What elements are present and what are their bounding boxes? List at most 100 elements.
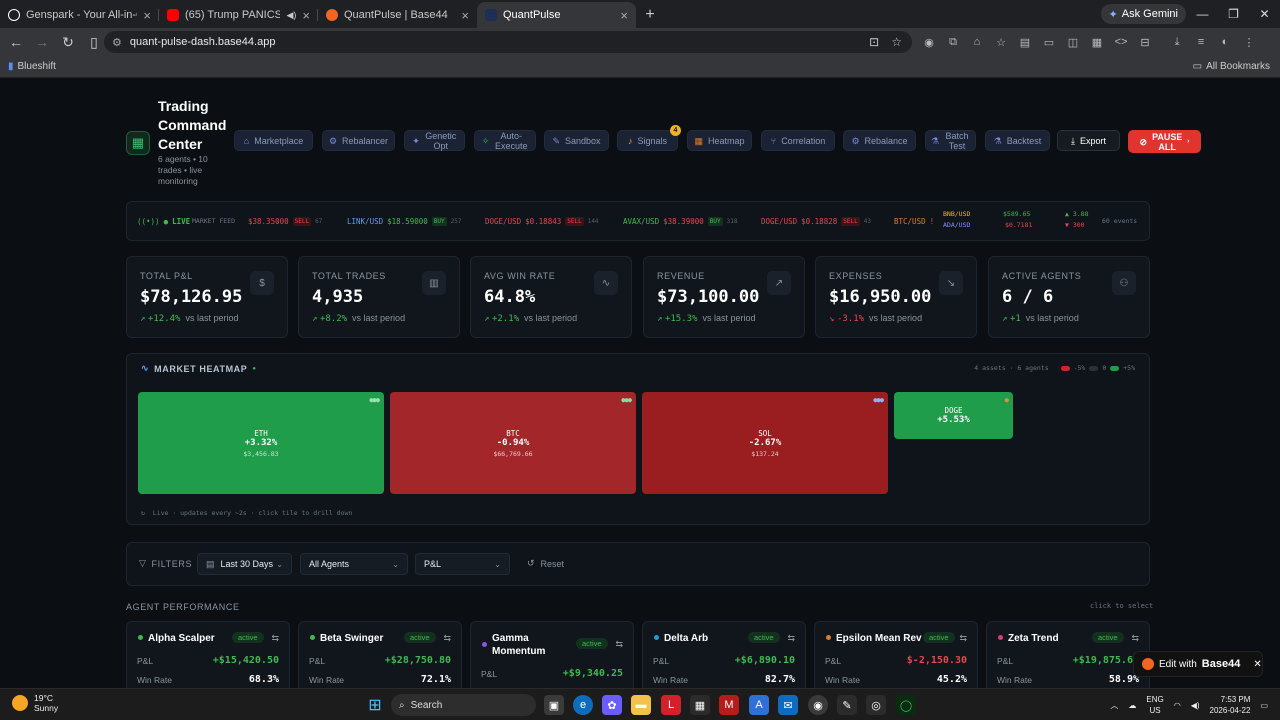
signals-button[interactable]: ♪ Signals 4 [617,125,681,151]
screenshot-icon[interactable]: ⊟ [1136,33,1154,51]
close-tab-icon[interactable]: × [461,8,469,23]
marketplace-button[interactable]: ⌂ Marketplace [234,130,313,151]
new-tab-button[interactable]: + [636,2,664,28]
taskbar-search[interactable]: ⌕ Search [391,694,536,716]
kpi-card-total-trades[interactable]: TOTAL TRADES 4,935 ▥ ↗ +8.2% vs last per… [298,256,460,338]
wifi-icon[interactable]: ◠ [1174,701,1181,710]
swap-icon[interactable]: ⇆ [787,633,795,644]
file-explorer-icon[interactable]: ▬ [631,695,651,715]
agent-card[interactable]: Zeta Trend active ⇆ P&L +$19,875.60 Win … [986,621,1150,688]
extension-icon[interactable]: ◉ [920,33,938,51]
chrome-icon[interactable]: ◉ [808,695,828,715]
ticker-item[interactable]: BTC/USD! [894,202,934,240]
kpi-card-expenses[interactable]: EXPENSES $16,950.00 ↘ ↘ -3.1% vs last pe… [815,256,977,338]
notification-icon[interactable]: ▭ [1260,701,1268,710]
install-icon[interactable]: ⊡ [869,35,879,49]
sandbox-button[interactable]: ✎ Sandbox [544,130,609,151]
auto-execute-button[interactable]: ✧ Auto-Execute [474,130,536,151]
genetic-opt-button[interactable]: ✦ Genetic Opt [404,130,465,151]
rebalance-button[interactable]: ⚙ Rebalance [843,130,916,151]
menu-icon[interactable]: ⋮ [1240,33,1258,51]
app-icon[interactable]: ◯ [896,695,916,715]
agent-card[interactable]: Epsilon Mean Rev active ⇆ P&L $-2,150.30… [814,621,978,688]
ticker-item[interactable]: $38.35000 SELL 67 [248,202,322,240]
restore-icon[interactable]: ❐ [1218,0,1249,28]
minimize-icon[interactable]: — [1187,0,1218,28]
kpi-card-total-pnl[interactable]: TOTAL P&L $78,126.95 $ ↗ +12.4% vs last … [126,256,288,338]
windows-start-icon[interactable]: ⊞ [365,695,385,715]
all-bookmarks[interactable]: ▭ All Bookmarks [1193,61,1270,72]
close-icon[interactable]: ✕ [1253,659,1261,670]
bookmark-star-icon[interactable]: ☆ [891,35,902,49]
layout-icon[interactable]: ▦ [1088,33,1106,51]
weather-widget[interactable]: 19°C Sunny [12,693,58,713]
forward-icon[interactable]: → [30,30,54,54]
code-icon[interactable]: <> [1112,33,1130,51]
export-button[interactable]: ⤓ Export [1057,130,1120,151]
copilot-icon[interactable]: ✿ [602,695,622,715]
cloud-icon[interactable]: ☁ [1128,701,1136,710]
browser-tab[interactable]: (65) Trump PANICS as Gene ◀) × [159,2,318,28]
address-bar[interactable]: ⚙ quant-pulse-dash.base44.app ⊡ ☆ [104,31,912,53]
ask-gemini-button[interactable]: ✦ Ask Gemini [1100,4,1186,24]
speaker-icon[interactable]: ◀) [286,10,296,21]
download-icon[interactable]: ⤓ [1168,33,1186,51]
date-range-select[interactable]: ▤ Last 30 Days ⌄ [197,553,292,575]
browser-tab[interactable]: Genspark - Your All-in-One AI W × [0,2,159,28]
agent-card[interactable]: Delta Arb active ⇆ P&L +$6,890.10 Win Ra… [642,621,806,688]
bookmark-item[interactable]: ▮ Blueshift [8,61,56,72]
extension-icon[interactable]: ⌂ [968,33,986,51]
correlation-button[interactable]: ⑂ Correlation [761,130,835,151]
volume-icon[interactable]: ◀) [1191,701,1200,710]
pause-all-button[interactable]: ⊘ PAUSE ALL › [1128,130,1201,153]
reset-button[interactable]: ↺ Reset [527,558,564,569]
heatmap-tile-doge[interactable]: ● DOGE +5.53% [894,392,1013,439]
sidebar-icon[interactable]: ▯ [82,30,106,54]
close-tab-icon[interactable]: × [143,8,151,23]
app-l-icon[interactable]: L [661,695,681,715]
back-icon[interactable]: ← [4,30,28,54]
close-tab-icon[interactable]: × [302,8,310,23]
swap-icon[interactable]: ⇆ [615,639,623,650]
app-icon[interactable]: ◎ [866,695,886,715]
queue-icon[interactable]: ≡ [1192,33,1210,51]
trash-icon[interactable]: ▤ [1016,33,1034,51]
site-info-icon[interactable]: ⚙ [112,36,122,49]
heatmap-tile-sol[interactable]: ●●● SOL -2.67% $137.24 [642,392,888,494]
ticker-item[interactable]: DOGE/USD $0.18828 SELL 43 [761,202,871,240]
favorites-icon[interactable]: ☆ [992,33,1010,51]
swap-icon[interactable]: ⇆ [959,633,967,644]
kpi-card-revenue[interactable]: REVENUE $73,100.00 ↗ ↗ +15.3% vs last pe… [643,256,805,338]
agent-card[interactable]: Beta Swinger active ⇆ P&L +$28,750.80 Wi… [298,621,462,688]
task-view-icon[interactable]: ▣ [544,695,564,715]
profile-icon[interactable]: ◐ [1216,33,1234,51]
ticker-item[interactable]: AVAX/USD $38.39000 BUY 318 [623,202,737,240]
cast-icon[interactable]: ▭ [1040,33,1058,51]
browser-tab[interactable]: QuantPulse | Base44 × [318,2,477,28]
agents-select[interactable]: All Agents ⌄ [300,553,408,575]
puzzle-icon[interactable]: ⧉ [944,33,962,51]
close-tab-icon[interactable]: × [620,8,628,23]
close-window-icon[interactable]: ✕ [1249,0,1280,28]
browser-tab-active[interactable]: QuantPulse × [477,2,636,28]
swap-icon[interactable]: ⇆ [443,633,451,644]
split-icon[interactable]: ◫ [1064,33,1082,51]
batch-test-button[interactable]: ⚗ Batch Test [925,130,976,151]
store-icon[interactable]: ▦ [690,695,710,715]
heatmap-button[interactable]: ▦ Heatmap [687,130,752,151]
edge-icon[interactable]: e [573,695,593,715]
heatmap-tile-btc[interactable]: ●●● BTC -0.94% $66,769.66 [390,392,636,494]
kpi-card-active-agents[interactable]: ACTIVE AGENTS 6 / 6 ⚇ ↗ +1 vs last perio… [988,256,1150,338]
agent-card[interactable]: Alpha Scalper active ⇆ P&L +$15,420.50 W… [126,621,290,688]
edit-with-base44-button[interactable]: Edit with Base44 ✕ [1134,652,1262,676]
reload-icon[interactable]: ↻ [56,30,80,54]
swap-icon[interactable]: ⇆ [1131,633,1139,644]
heatmap-tile-eth[interactable]: ●●● ETH +3.32% $3,456.83 [138,392,384,494]
chevron-up-icon[interactable]: ︿ [1110,700,1118,711]
rebalancer-button[interactable]: ⚙ Rebalancer [322,130,395,151]
swap-icon[interactable]: ⇆ [271,633,279,644]
mcafee-icon[interactable]: M [719,695,739,715]
agent-card[interactable]: Gamma Momentum active ⇆ P&L +$9,340.25 [470,621,634,688]
ticker-item[interactable]: DOGE/USD $0.18843 SELL 144 [485,202,599,240]
ticker-item[interactable]: LINK/USD $18.59000 BUY 257 [347,202,461,240]
